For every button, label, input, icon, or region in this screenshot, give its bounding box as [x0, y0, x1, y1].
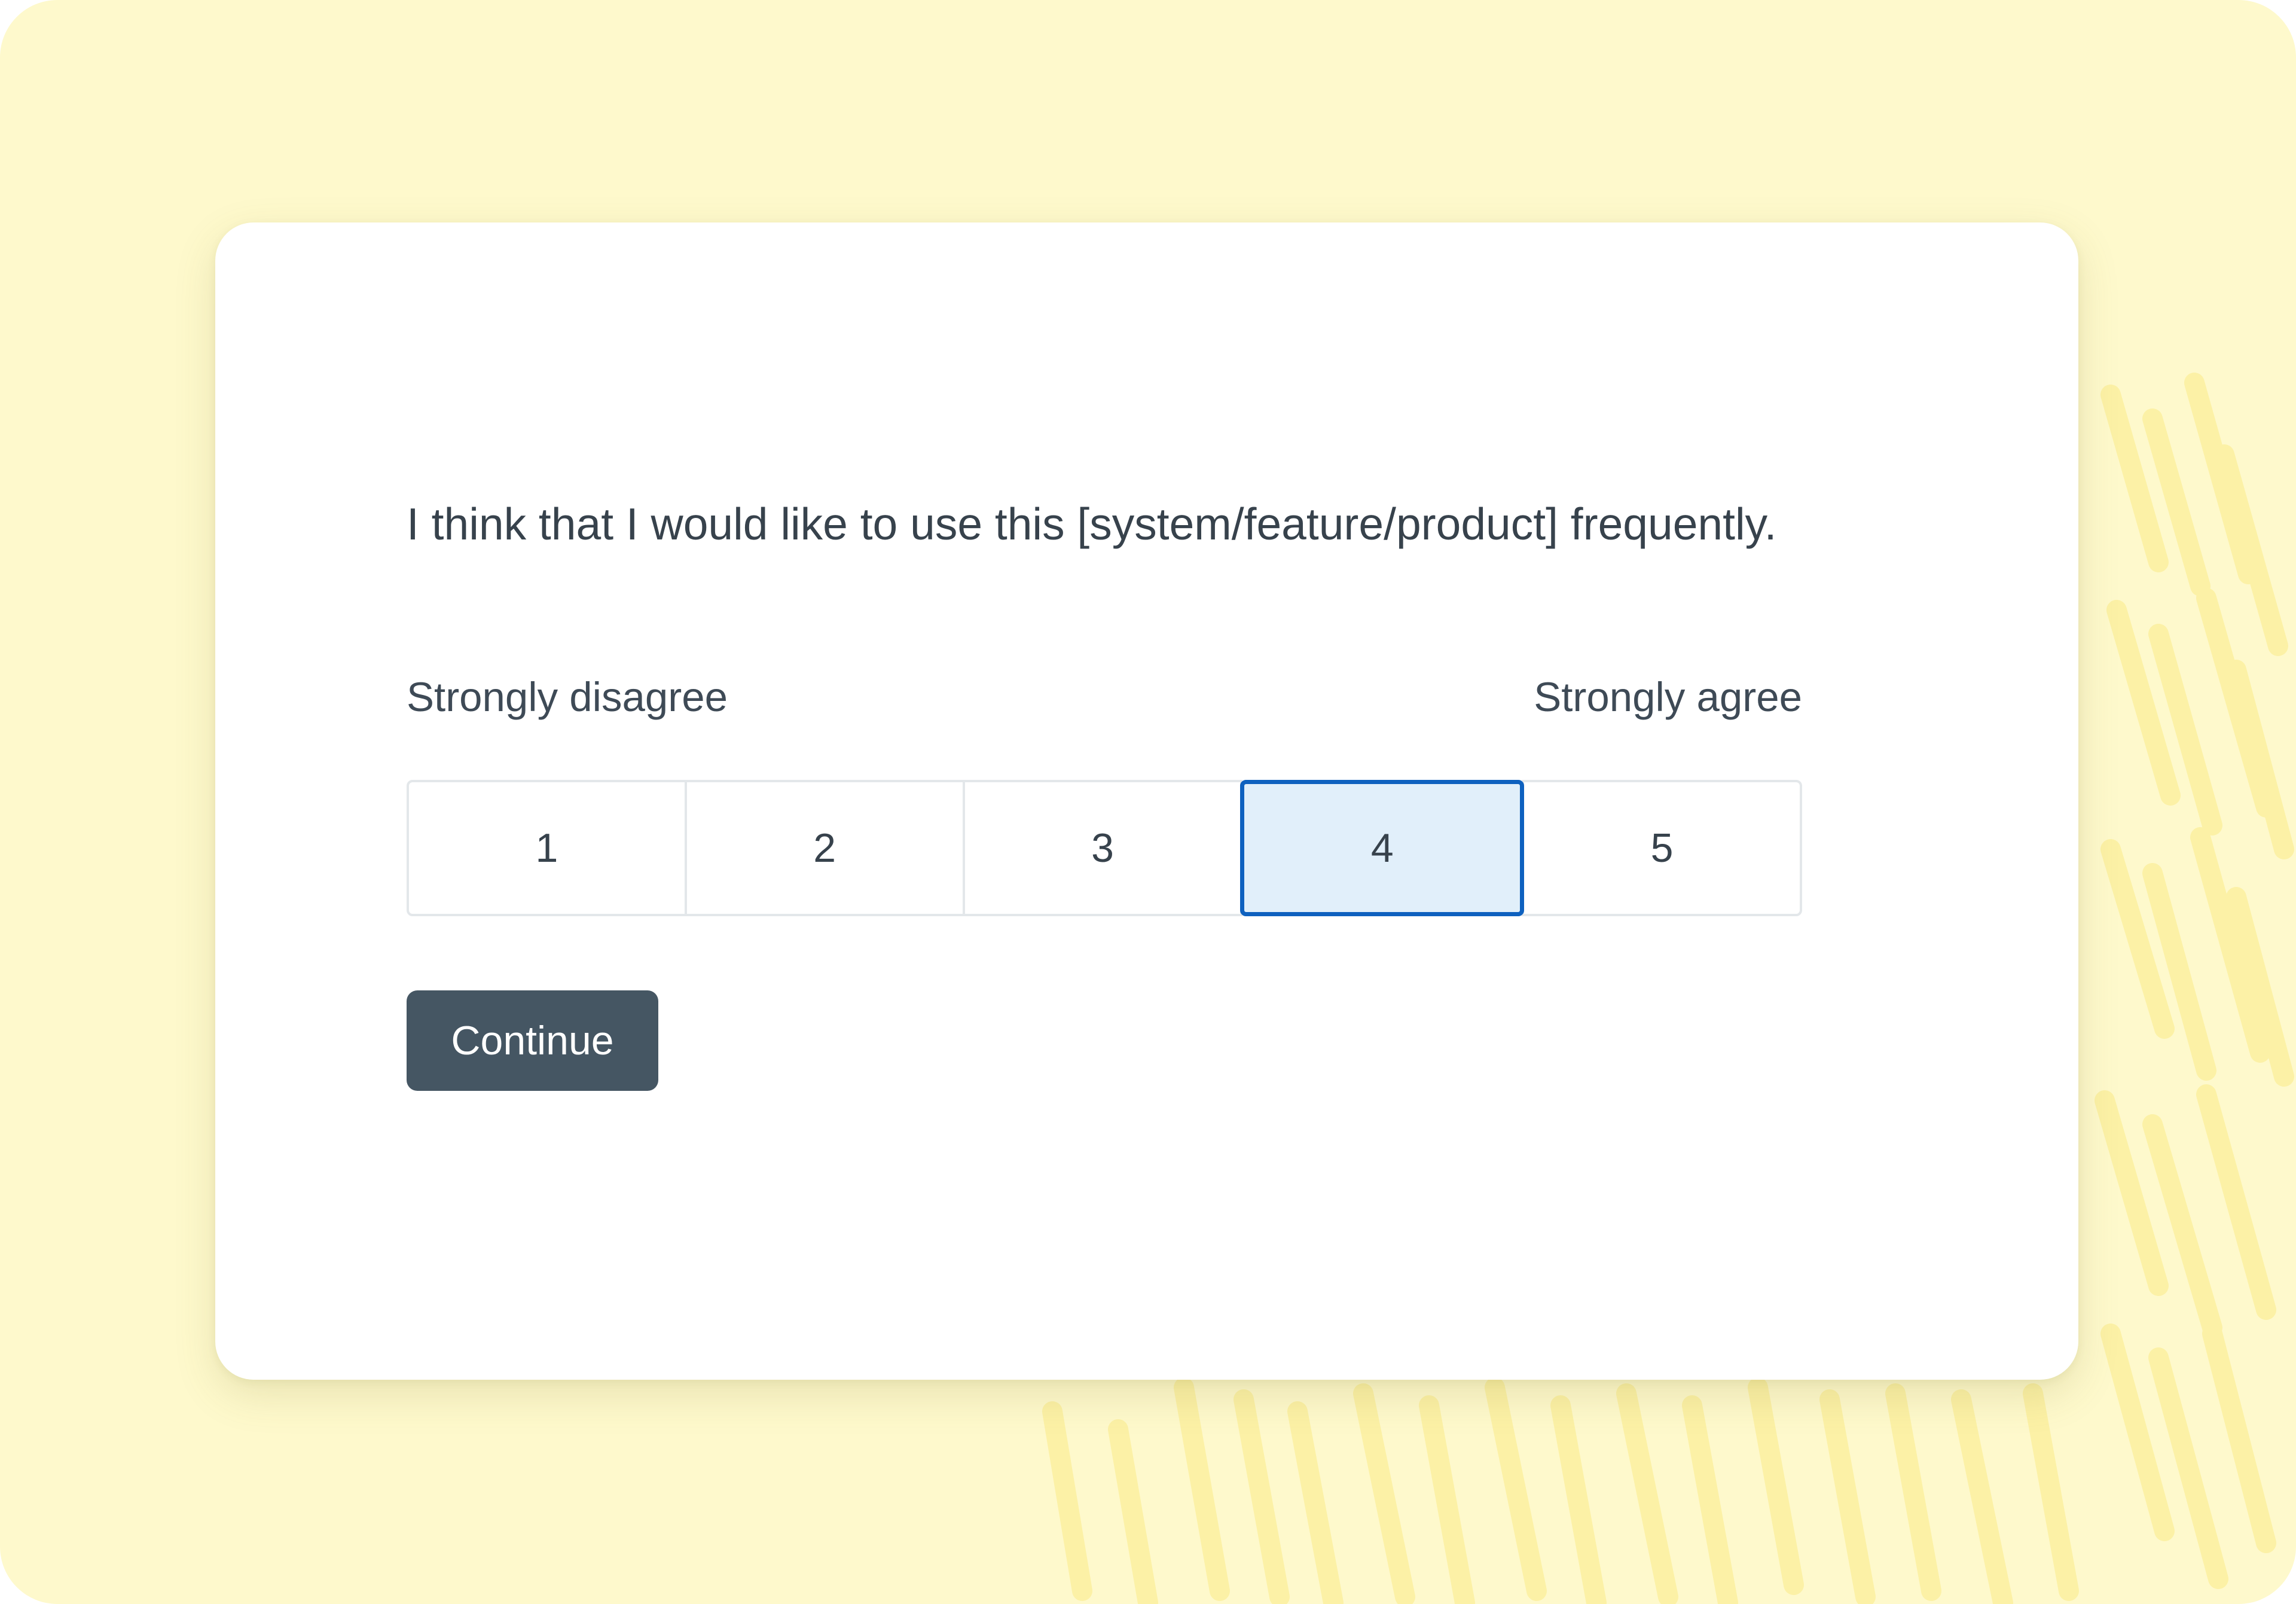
- page-background: I think that I would like to use this [s…: [0, 0, 2296, 1604]
- rating-scale: 1 2 3 4 5: [407, 780, 1802, 916]
- rating-option-4-selected[interactable]: 4: [1240, 780, 1525, 916]
- rating-option-2[interactable]: 2: [684, 780, 965, 916]
- continue-button[interactable]: Continue: [407, 990, 658, 1091]
- rating-option-3[interactable]: 3: [962, 780, 1243, 916]
- rating-option-5[interactable]: 5: [1522, 780, 1802, 916]
- scale-max-label: Strongly agree: [1534, 674, 1802, 720]
- question-text: I think that I would like to use this [s…: [407, 499, 1777, 549]
- rating-option-1[interactable]: 1: [407, 780, 687, 916]
- survey-card: I think that I would like to use this [s…: [215, 222, 2078, 1380]
- scale-min-label: Strongly disagree: [407, 674, 728, 720]
